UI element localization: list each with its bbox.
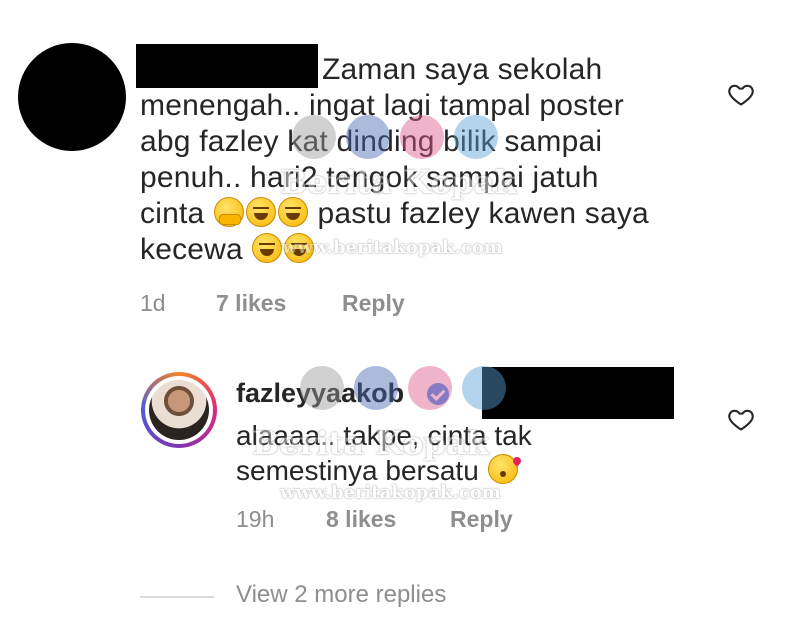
reply-meta: 19h 8 likes Reply bbox=[236, 506, 636, 536]
reply-text-redacted bbox=[482, 367, 674, 419]
reply-time: 19h bbox=[236, 506, 275, 532]
divider-line bbox=[140, 596, 214, 598]
view-more-label[interactable]: View 2 more replies bbox=[236, 581, 446, 609]
reply-body: alaaaa.. takpe, cinta tak semestinya ber… bbox=[236, 420, 532, 486]
like-heart-icon[interactable] bbox=[726, 405, 756, 433]
reply-button[interactable]: Reply bbox=[450, 506, 513, 533]
reply-text: alaaaa.. takpe, cinta tak semestinya ber… bbox=[236, 418, 636, 488]
verified-badge-icon bbox=[427, 383, 449, 405]
reply-item: fazleyyaakob alaaaa.. takpe, cinta tak s… bbox=[0, 0, 800, 560]
reply-username[interactable]: fazleyyaakob bbox=[236, 378, 404, 409]
face-blowing-a-kiss-icon bbox=[487, 454, 518, 484]
avatar-photo bbox=[149, 380, 209, 440]
reply-likes[interactable]: 8 likes bbox=[326, 506, 396, 533]
avatar[interactable] bbox=[141, 372, 217, 448]
